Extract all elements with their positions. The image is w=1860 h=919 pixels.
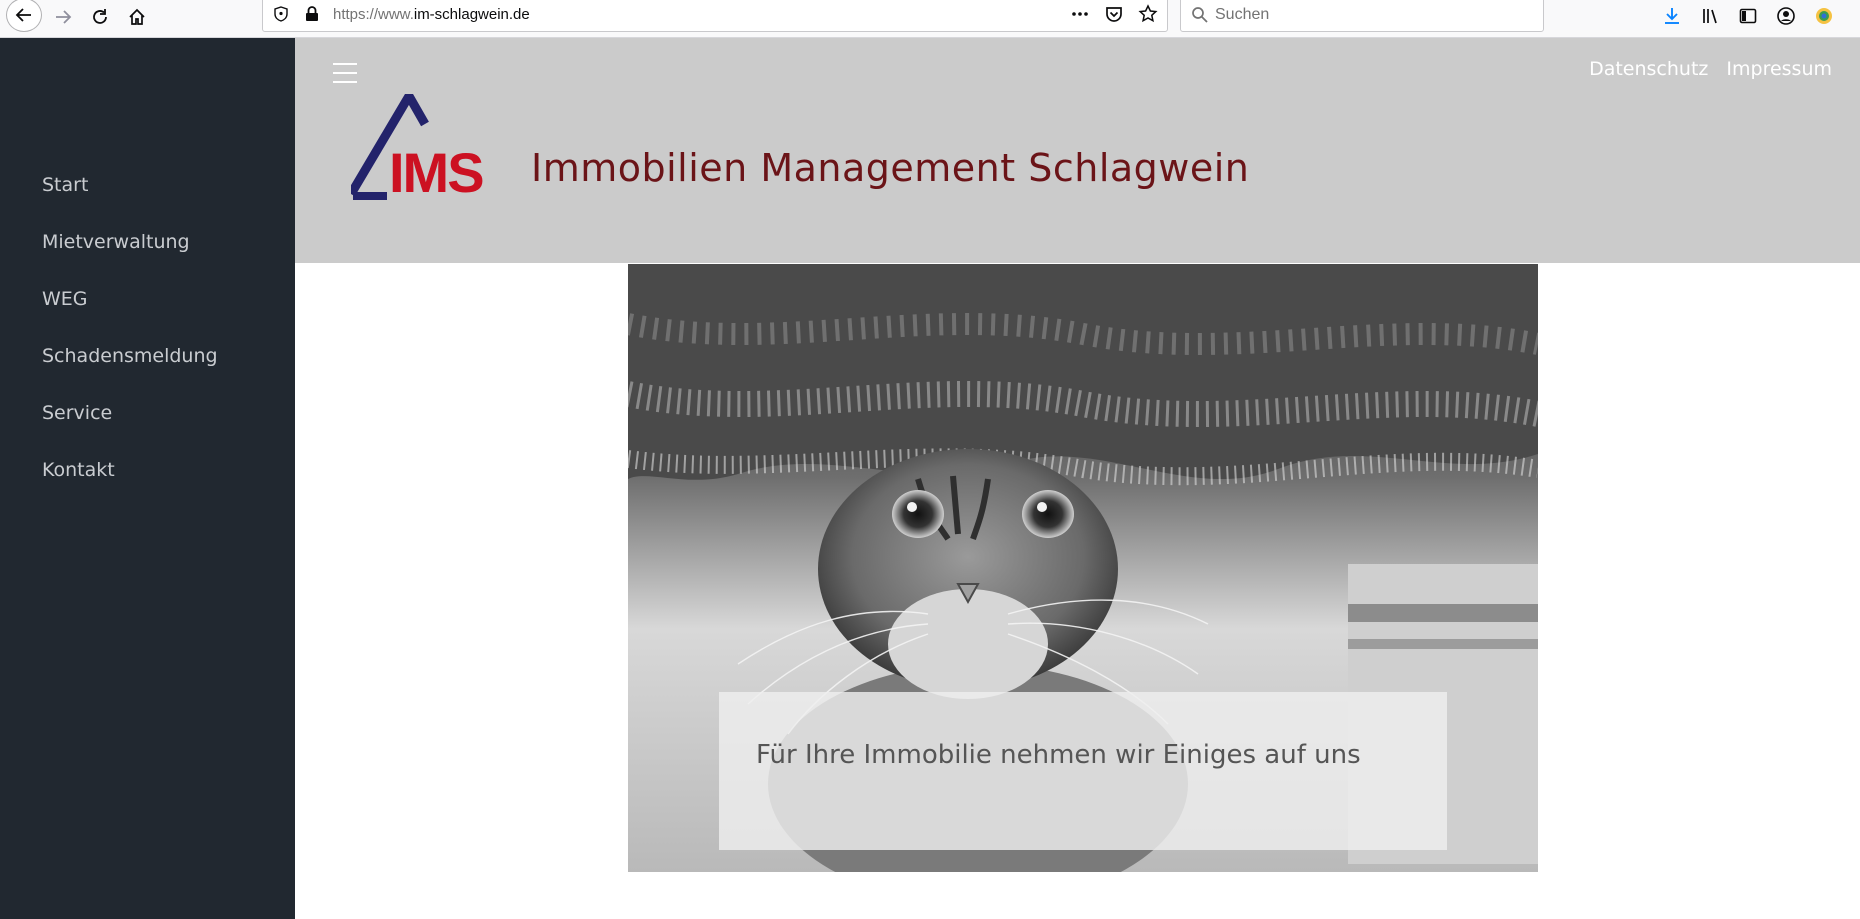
search-bar[interactable] <box>1180 0 1544 32</box>
sidebar-menu: Start Mietverwaltung WEG Schadensmeldung… <box>42 176 218 518</box>
url-bar[interactable]: https://www.im-schlagwein.de <box>262 0 1168 32</box>
sidebar-item-schadensmeldung[interactable]: Schadensmeldung <box>42 347 218 404</box>
account-icon[interactable] <box>1774 4 1798 28</box>
sidebar-nav: Start Mietverwaltung WEG Schadensmeldung… <box>0 38 295 919</box>
sidebar-item-kontakt[interactable]: Kontakt <box>42 461 218 518</box>
sidebar-item-weg[interactable]: WEG <box>42 290 218 347</box>
hero-image: Für Ihre Immobilie nehmen wir Einiges au… <box>628 264 1538 872</box>
arrow-right-icon <box>56 10 72 24</box>
url-host: im-schlagwein.de <box>413 6 530 23</box>
hero-caption-text: Für Ihre Immobilie nehmen wir Einiges au… <box>756 740 1361 770</box>
back-button[interactable] <box>6 0 42 32</box>
url-prefix: https://www. <box>333 6 414 23</box>
lock-icon[interactable] <box>305 6 319 22</box>
forward-button[interactable] <box>46 2 80 32</box>
hero-caption: Für Ihre Immobilie nehmen wir Einiges au… <box>719 692 1447 850</box>
site-header: Datenschutz Impressum IMS Immobilien Man… <box>295 38 1860 263</box>
search-input[interactable] <box>1215 1 1535 29</box>
library-icon[interactable] <box>1698 4 1722 28</box>
svg-text:IMS: IMS <box>389 141 483 204</box>
sidebar-item-service[interactable]: Service <box>42 404 218 461</box>
ims-logo[interactable]: IMS <box>351 94 493 204</box>
impressum-link[interactable]: Impressum <box>1726 58 1832 80</box>
search-icon <box>1192 7 1208 23</box>
home-button[interactable] <box>120 2 154 32</box>
pocket-icon[interactable] <box>1103 4 1125 24</box>
home-icon <box>129 8 145 25</box>
ellipsis-icon[interactable] <box>1069 4 1091 24</box>
sidebar-item-start[interactable]: Start <box>42 176 218 233</box>
url-actions <box>1069 4 1159 24</box>
reload-icon <box>93 9 107 24</box>
shield-icon[interactable] <box>273 6 289 22</box>
download-icon[interactable] <box>1660 4 1684 28</box>
browser-toolbar: https://www.im-schlagwein.de <box>0 0 1860 38</box>
site-title: Immobilien Management Schlagwein <box>531 146 1250 190</box>
star-icon[interactable] <box>1137 4 1159 24</box>
url-text[interactable]: https://www.im-schlagwein.de <box>333 6 530 23</box>
hamburger-icon[interactable] <box>333 63 357 83</box>
sidebar-icon[interactable] <box>1736 4 1760 28</box>
sidebar-item-mietverwaltung[interactable]: Mietverwaltung <box>42 233 218 290</box>
arrow-left-icon <box>15 8 31 22</box>
top-links: Datenschutz Impressum <box>1589 58 1832 80</box>
toolbar-right <box>1660 4 1836 28</box>
reload-button[interactable] <box>83 2 117 32</box>
extension-icon[interactable] <box>1812 4 1836 28</box>
datenschutz-link[interactable]: Datenschutz <box>1589 58 1708 80</box>
